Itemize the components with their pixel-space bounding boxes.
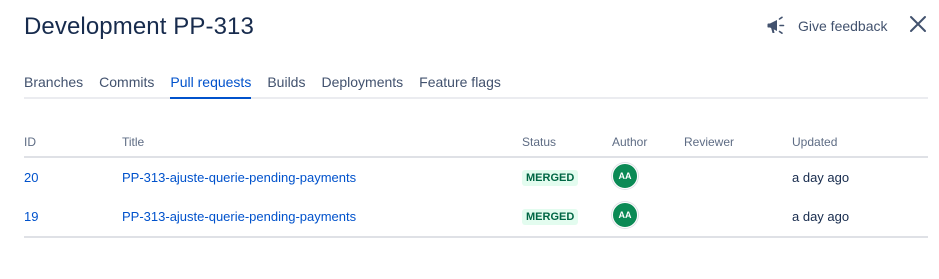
megaphone-icon: [766, 16, 788, 36]
development-panel: Development PP-313 Give feedback Branche…: [0, 0, 939, 279]
pr-title-cell: PP-313-ajuste-querie-pending-payments: [122, 197, 522, 238]
column-header-status[interactable]: Status: [522, 128, 612, 158]
tab-builds[interactable]: Builds: [267, 68, 305, 97]
pr-title-link[interactable]: PP-313-ajuste-querie-pending-payments: [122, 209, 356, 224]
avatar[interactable]: AA: [612, 162, 638, 189]
column-header-title[interactable]: Title: [122, 128, 522, 158]
pr-title-cell: PP-313-ajuste-querie-pending-payments: [122, 157, 522, 197]
column-header-author[interactable]: Author: [612, 128, 684, 158]
table-row: 20 PP-313-ajuste-querie-pending-payments…: [24, 157, 928, 197]
pr-id-cell: 19: [24, 197, 122, 238]
column-header-id[interactable]: ID: [24, 128, 122, 158]
pr-status-cell: MERGED: [522, 197, 612, 238]
pr-reviewer-cell: [684, 157, 792, 197]
page-title: Development PP-313: [24, 13, 254, 40]
tab-branches[interactable]: Branches: [24, 68, 83, 97]
pr-title-link[interactable]: PP-313-ajuste-querie-pending-payments: [122, 170, 356, 185]
avatar[interactable]: AA: [612, 201, 638, 228]
pr-id-cell: 20: [24, 157, 122, 197]
pr-author-cell: AA: [612, 197, 684, 238]
pr-updated-cell: a day ago: [792, 197, 928, 238]
tab-pull-requests[interactable]: Pull requests: [170, 68, 251, 99]
close-button[interactable]: [906, 14, 930, 38]
pull-requests-table: ID Title Status Author Reviewer Updated …: [24, 128, 928, 238]
table-header-row: ID Title Status Author Reviewer Updated: [24, 128, 928, 158]
give-feedback-label: Give feedback: [798, 18, 888, 34]
status-badge: MERGED: [522, 170, 579, 186]
pr-id-link[interactable]: 20: [24, 170, 38, 185]
pr-id-link[interactable]: 19: [24, 209, 38, 224]
tab-feature-flags[interactable]: Feature flags: [419, 68, 501, 97]
tab-commits[interactable]: Commits: [99, 68, 154, 97]
column-header-updated[interactable]: Updated: [792, 128, 928, 158]
pr-updated-cell: a day ago: [792, 170, 850, 185]
column-header-reviewer[interactable]: Reviewer: [684, 128, 792, 158]
close-icon: [909, 15, 927, 38]
tab-deployments[interactable]: Deployments: [321, 68, 403, 97]
status-badge: MERGED: [522, 209, 579, 225]
tab-bar: Branches Commits Pull requests Builds De…: [24, 68, 928, 99]
pr-author-cell: AA: [612, 157, 684, 197]
table-row: 19 PP-313-ajuste-querie-pending-payments…: [24, 197, 928, 238]
give-feedback-button[interactable]: Give feedback: [766, 14, 888, 38]
pr-reviewer-cell: [684, 197, 792, 238]
pr-status-cell: MERGED: [522, 157, 612, 197]
